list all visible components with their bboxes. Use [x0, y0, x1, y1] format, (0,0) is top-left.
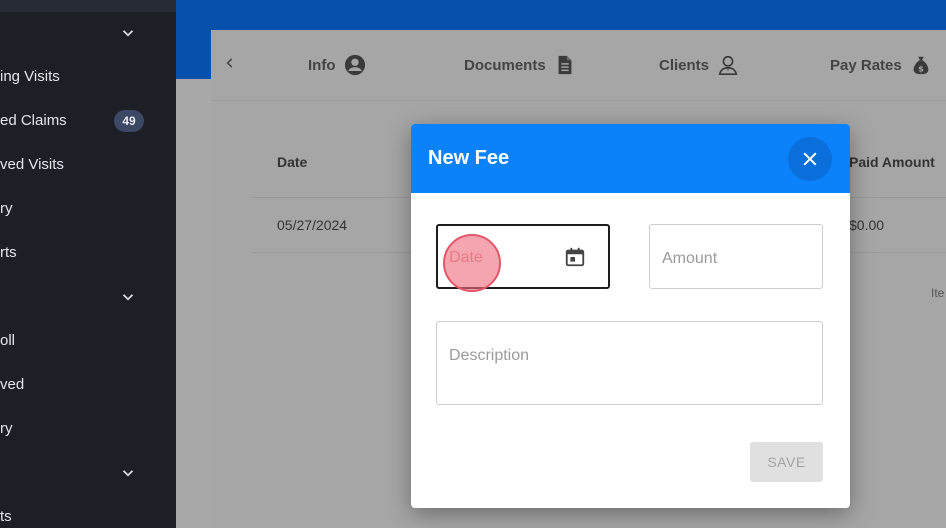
money-bag-icon: $: [913, 56, 929, 75]
tab-clients-label: Clients: [659, 56, 710, 74]
dialog-header: New Fee: [411, 124, 850, 193]
sidebar-item-approved-visits[interactable]: ved Visits: [0, 156, 64, 173]
tab-info-label: Info: [308, 56, 336, 74]
table-cell-date: 05/27/2024: [277, 217, 348, 233]
table-cell-paid-amount: $0.00: [849, 217, 885, 233]
chevron-down-icon[interactable]: [119, 288, 137, 306]
tab-bar: Info Documents Clients Pay Rates $: [211, 30, 946, 101]
tab-clients[interactable]: Clients: [659, 52, 739, 78]
sidebar-item-payroll[interactable]: oll: [0, 332, 15, 349]
sidebar-item-claims[interactable]: ed Claims: [0, 112, 67, 129]
tab-pay-rates-label: Pay Rates: [830, 56, 902, 74]
sidebar-item-approved[interactable]: ved: [0, 376, 24, 393]
sidebar-item-history[interactable]: ry: [0, 200, 13, 217]
account-circle-icon: [344, 54, 365, 76]
tab-pay-rates[interactable]: Pay Rates $: [830, 52, 932, 78]
sidebar-item-reports-2[interactable]: ts: [0, 508, 12, 525]
pagination-items-text: Ite: [931, 286, 945, 300]
svg-text:$: $: [918, 63, 924, 73]
close-button[interactable]: [788, 137, 832, 181]
description-input[interactable]: [449, 347, 809, 387]
top-bar: [176, 0, 946, 30]
column-header-date[interactable]: Date: [277, 154, 307, 170]
sidebar: ing Visits ed Claims 49 ved Visits ry rt…: [0, 0, 176, 528]
amount-input[interactable]: [662, 250, 812, 268]
sidebar-item-reports[interactable]: rts: [0, 244, 17, 261]
sidebar-item-history-2[interactable]: ry: [0, 420, 13, 437]
document-icon: [558, 55, 572, 75]
date-field[interactable]: [436, 224, 610, 289]
tab-documents-label: Documents: [464, 56, 546, 74]
column-header-paid-amount[interactable]: Paid Amount: [849, 154, 935, 170]
chevron-down-icon[interactable]: [119, 464, 137, 482]
top-bar-extension: [176, 30, 211, 79]
calendar-icon[interactable]: [564, 246, 586, 268]
amount-field[interactable]: [649, 224, 823, 289]
description-field[interactable]: [436, 321, 823, 405]
new-fee-dialog: New Fee SAVE: [411, 124, 850, 508]
sidebar-top-strip: [0, 0, 176, 12]
chevron-down-icon[interactable]: [119, 24, 137, 42]
client-person-icon: [718, 55, 738, 75]
dialog-title: New Fee: [428, 147, 510, 169]
chevron-left-icon[interactable]: [223, 56, 237, 70]
sidebar-item-pending-visits[interactable]: ing Visits: [0, 68, 60, 85]
tab-documents[interactable]: Documents: [464, 52, 576, 78]
date-input[interactable]: [449, 249, 559, 267]
tab-info[interactable]: Info: [308, 52, 366, 78]
claims-count-badge: 49: [114, 110, 144, 132]
close-icon: [803, 152, 817, 166]
save-button[interactable]: SAVE: [750, 442, 823, 482]
